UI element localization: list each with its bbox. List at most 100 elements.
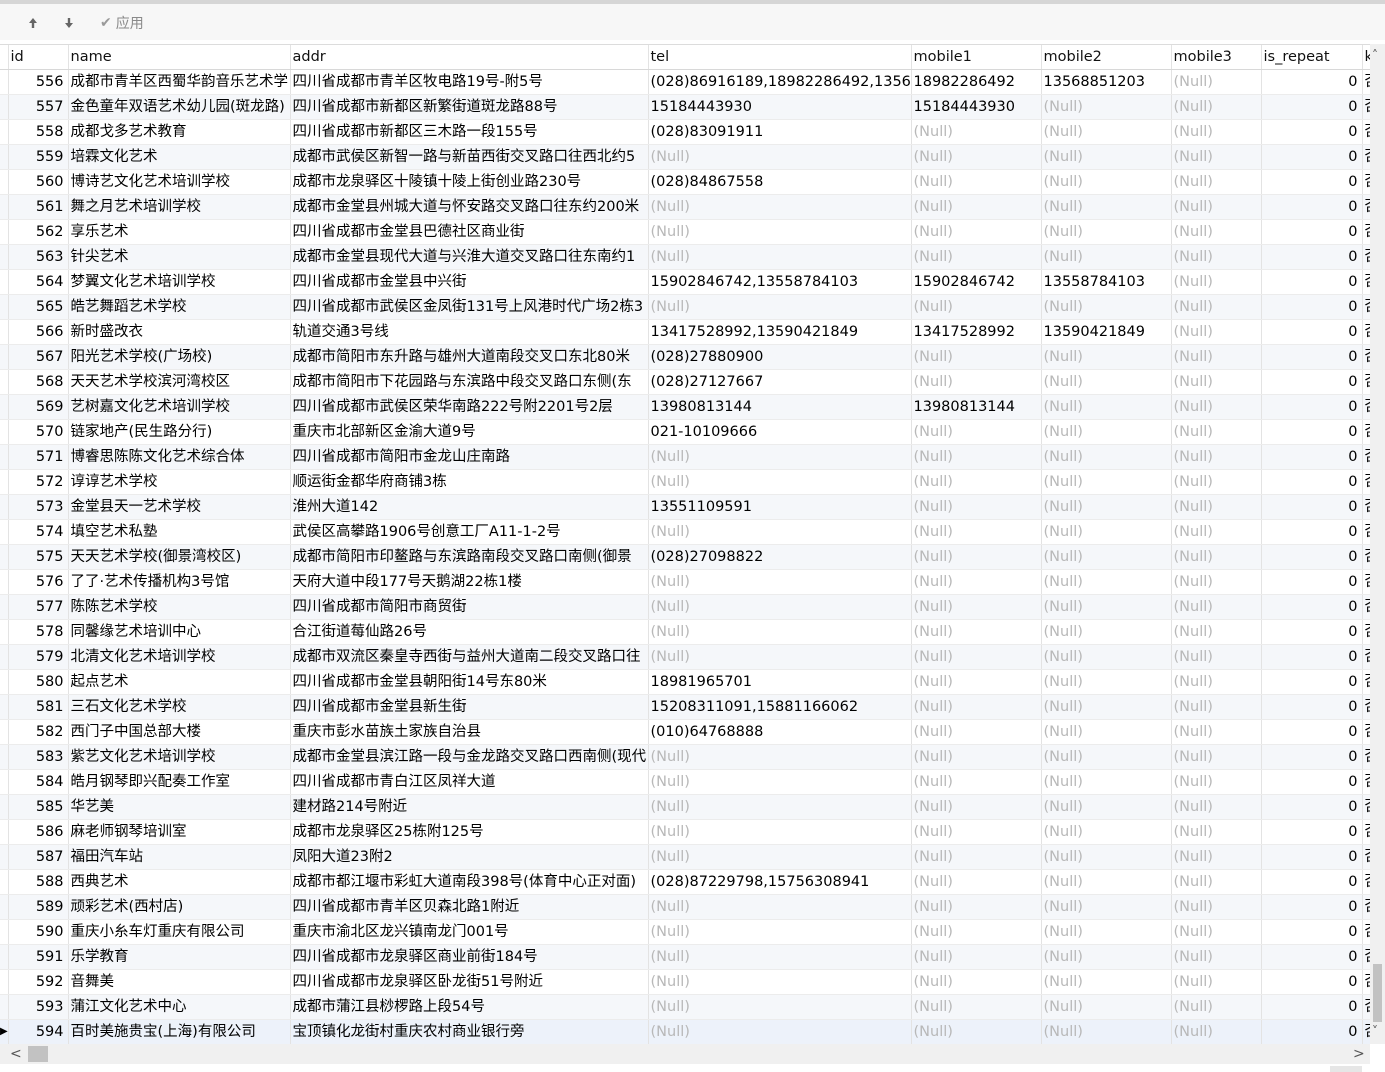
- cell-mobile3[interactable]: (Null): [1171, 944, 1262, 970]
- cell-mobile3[interactable]: (Null): [1171, 569, 1262, 595]
- cell-is-repeat[interactable]: 0: [1261, 444, 1363, 470]
- cell-mobile3[interactable]: (Null): [1171, 844, 1262, 870]
- cell-mobile1[interactable]: (Null): [911, 719, 1042, 745]
- cell-mobile1[interactable]: (Null): [911, 169, 1042, 195]
- cell-mobile2[interactable]: (Null): [1041, 694, 1172, 720]
- cell-addr[interactable]: 四川省成都市青羊区贝森北路1附近: [290, 894, 649, 920]
- cell-mobile3[interactable]: (Null): [1171, 319, 1262, 345]
- column-header-tel[interactable]: tel: [648, 45, 912, 70]
- cell-tel[interactable]: (Null): [648, 844, 912, 870]
- row-indicator[interactable]: [0, 519, 9, 545]
- cell-addr[interactable]: 成都市双流区秦皇寺西街与益州大道南二段交叉路口往: [290, 644, 649, 670]
- cell-tel[interactable]: (Null): [648, 144, 912, 170]
- cell-addr[interactable]: 四川省成都市新都区三木路一段155号: [290, 119, 649, 145]
- row-indicator[interactable]: [0, 369, 9, 395]
- cell-mobile2[interactable]: (Null): [1041, 744, 1172, 770]
- cell-name[interactable]: 成都市青羊区西蜀华韵音乐艺术学: [68, 69, 291, 95]
- cell-is-repeat[interactable]: 0: [1261, 919, 1363, 945]
- cell-mobile2[interactable]: (Null): [1041, 894, 1172, 920]
- cell-id[interactable]: 587: [8, 844, 69, 870]
- cell-k[interactable]: 否: [1362, 619, 1370, 645]
- cell-mobile1[interactable]: (Null): [911, 869, 1042, 895]
- cell-addr[interactable]: 四川省成都市金堂县巴德社区商业街: [290, 219, 649, 245]
- cell-name[interactable]: 皓艺舞蹈艺术学校: [68, 294, 291, 320]
- table-row[interactable]: 561 舞之月艺术培训学校 成都市金堂县州城大道与怀安路交叉路口往东约200米 (Nu…: [0, 194, 1370, 220]
- row-indicator[interactable]: [0, 719, 9, 745]
- cell-is-repeat[interactable]: 0: [1261, 519, 1363, 545]
- cell-tel[interactable]: (028)27127667: [648, 369, 912, 395]
- scroll-up-icon[interactable]: ˄: [1372, 48, 1378, 62]
- cell-name[interactable]: 了了·艺术传播机构3号馆: [68, 569, 291, 595]
- cell-id[interactable]: 556: [8, 69, 69, 95]
- cell-k[interactable]: 否: [1362, 894, 1370, 920]
- move-up-button[interactable]: [27, 12, 39, 34]
- cell-is-repeat[interactable]: 0: [1261, 244, 1363, 270]
- cell-mobile3[interactable]: (Null): [1171, 644, 1262, 670]
- cell-mobile3[interactable]: (Null): [1171, 744, 1262, 770]
- cell-mobile2[interactable]: (Null): [1041, 944, 1172, 970]
- cell-addr[interactable]: 武侯区高攀路1906号创意工厂A11-1-2号: [290, 519, 649, 545]
- row-indicator[interactable]: [0, 444, 9, 470]
- cell-mobile3[interactable]: (Null): [1171, 394, 1262, 420]
- cell-is-repeat[interactable]: 0: [1261, 569, 1363, 595]
- cell-mobile2[interactable]: (Null): [1041, 444, 1172, 470]
- cell-mobile2[interactable]: (Null): [1041, 669, 1172, 695]
- cell-tel[interactable]: (Null): [648, 619, 912, 645]
- cell-k[interactable]: 否: [1362, 369, 1370, 395]
- cell-mobile2[interactable]: (Null): [1041, 469, 1172, 495]
- cell-mobile1[interactable]: (Null): [911, 444, 1042, 470]
- cell-mobile1[interactable]: (Null): [911, 419, 1042, 445]
- row-indicator[interactable]: [0, 94, 9, 120]
- cell-mobile3[interactable]: (Null): [1171, 794, 1262, 820]
- cell-addr[interactable]: 成都市金堂县滨江路一段与金龙路交叉路口西南侧(现代: [290, 744, 649, 770]
- cell-mobile2[interactable]: (Null): [1041, 244, 1172, 270]
- cell-k[interactable]: 否: [1362, 269, 1370, 295]
- cell-mobile1[interactable]: (Null): [911, 119, 1042, 145]
- cell-addr[interactable]: 四川省成都市金堂县中兴街: [290, 269, 649, 295]
- cell-is-repeat[interactable]: 0: [1261, 619, 1363, 645]
- cell-mobile2[interactable]: (Null): [1041, 519, 1172, 545]
- cell-mobile2[interactable]: (Null): [1041, 919, 1172, 945]
- cell-mobile3[interactable]: (Null): [1171, 344, 1262, 370]
- table-row[interactable]: 581 三石文化艺术学校 四川省成都市金堂县新生街 15208311091,15881…: [0, 694, 1370, 720]
- cell-is-repeat[interactable]: 0: [1261, 944, 1363, 970]
- cell-mobile3[interactable]: (Null): [1171, 469, 1262, 495]
- column-header-addr[interactable]: addr: [290, 45, 649, 70]
- cell-name[interactable]: 填空艺术私塾: [68, 519, 291, 545]
- table-row[interactable]: 559 培霖文化艺术 成都市武侯区新智一路与新苗西街交叉路口往西北约5 (Null)(…: [0, 144, 1370, 170]
- cell-mobile1[interactable]: (Null): [911, 469, 1042, 495]
- cell-tel[interactable]: (Null): [648, 569, 912, 595]
- cell-mobile1[interactable]: (Null): [911, 494, 1042, 520]
- cell-id[interactable]: 567: [8, 344, 69, 370]
- cell-tel[interactable]: 15902846742,13558784103: [648, 269, 912, 295]
- cell-mobile1[interactable]: (Null): [911, 1019, 1042, 1044]
- cell-addr[interactable]: 重庆市北部新区金渝大道9号: [290, 419, 649, 445]
- cell-id[interactable]: 583: [8, 744, 69, 770]
- row-indicator[interactable]: [0, 544, 9, 570]
- cell-mobile3[interactable]: (Null): [1171, 719, 1262, 745]
- cell-mobile1[interactable]: (Null): [911, 794, 1042, 820]
- cell-mobile2[interactable]: (Null): [1041, 869, 1172, 895]
- cell-mobile2[interactable]: (Null): [1041, 294, 1172, 320]
- table-row[interactable]: 587 福田汽车站 凤阳大道23附2 (Null) (Null) (Null) (Null)…: [0, 844, 1370, 870]
- table-row[interactable]: 584 皓月钢琴即兴配奏工作室 四川省成都市青白江区凤祥大道 (Null) (Null)…: [0, 769, 1370, 795]
- cell-id[interactable]: 570: [8, 419, 69, 445]
- cell-mobile3[interactable]: (Null): [1171, 619, 1262, 645]
- cell-mobile2[interactable]: 13568851203: [1041, 69, 1172, 95]
- cell-addr[interactable]: 成都市龙泉驿区25栋附125号: [290, 819, 649, 845]
- cell-is-repeat[interactable]: 0: [1261, 369, 1363, 395]
- cell-mobile1[interactable]: 15184443930: [911, 94, 1042, 120]
- cell-id[interactable]: 568: [8, 369, 69, 395]
- cell-mobile3[interactable]: (Null): [1171, 144, 1262, 170]
- cell-is-repeat[interactable]: 0: [1261, 94, 1363, 120]
- cell-addr[interactable]: 建材路214号附近: [290, 794, 649, 820]
- cell-k[interactable]: 否: [1362, 169, 1370, 195]
- cell-k[interactable]: 否: [1362, 919, 1370, 945]
- column-header-id[interactable]: id: [8, 45, 69, 70]
- column-header-mobile3[interactable]: mobile3: [1171, 45, 1262, 70]
- cell-addr[interactable]: 四川省成都市武侯区金凤街131号上风港时代广场2栋3: [290, 294, 649, 320]
- cell-id[interactable]: 593: [8, 994, 69, 1020]
- cell-mobile2[interactable]: (Null): [1041, 594, 1172, 620]
- cell-is-repeat[interactable]: 0: [1261, 969, 1363, 995]
- cell-name[interactable]: 同馨缘艺术培训中心: [68, 619, 291, 645]
